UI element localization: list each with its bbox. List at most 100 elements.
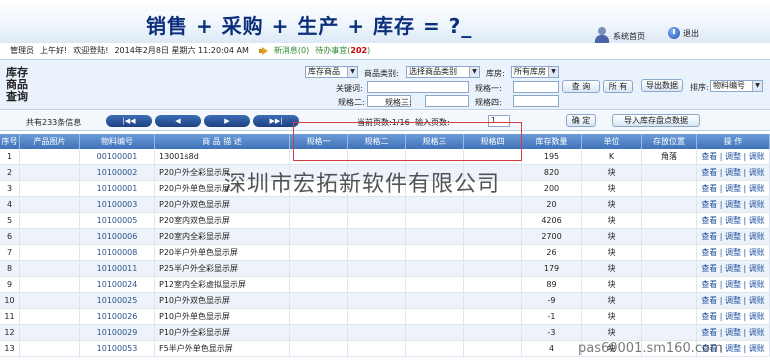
- spec4-input[interactable]: [513, 95, 559, 107]
- cell-spec4: [464, 261, 522, 277]
- cell-spec1: [290, 277, 348, 293]
- todo-link[interactable]: 待办事宜(202): [315, 45, 370, 56]
- cell-qty: 26: [522, 245, 582, 261]
- cell-code: 10100053: [80, 341, 155, 357]
- import-stock-button[interactable]: 导入库存盘点数据: [612, 114, 700, 127]
- spec2-label: 规格二:: [338, 98, 365, 107]
- col-image: 产品图片: [20, 134, 80, 149]
- col-desc: 商 品 描 述: [155, 134, 290, 149]
- cell-desc: P20室内全彩显示屏: [155, 229, 290, 245]
- prev-page-button[interactable]: ◀: [155, 115, 201, 127]
- cell-unit: 块: [582, 197, 642, 213]
- all-button[interactable]: 所 有: [603, 80, 633, 93]
- first-page-button[interactable]: |◀◀: [106, 115, 152, 127]
- cell-spec2: [348, 261, 406, 277]
- cell-spec4: [464, 213, 522, 229]
- cell-spec3: [406, 213, 464, 229]
- cell-actions[interactable]: 查看 | 调整 | 调账: [697, 245, 770, 261]
- cell-actions[interactable]: 查看 | 调整 | 调账: [697, 213, 770, 229]
- cell-image: [20, 181, 80, 197]
- cell-image: [20, 149, 80, 165]
- cell-code: 10100025: [80, 293, 155, 309]
- cell-spec1: [290, 245, 348, 261]
- cell-image: [20, 277, 80, 293]
- new-message-link[interactable]: 新消息(0): [274, 45, 309, 56]
- sort-select[interactable]: 物料编号 ▼: [710, 80, 763, 92]
- cell-image: [20, 325, 80, 341]
- cell-location: [642, 277, 697, 293]
- cell-actions[interactable]: 查看 | 调整 | 调账: [697, 181, 770, 197]
- col-qty: 库存数量: [522, 134, 582, 149]
- export-button[interactable]: 导出数据: [641, 79, 683, 92]
- cell-spec2: [348, 245, 406, 261]
- cell-actions[interactable]: 查看 | 调整 | 调账: [697, 229, 770, 245]
- spec3-input[interactable]: [425, 95, 469, 107]
- table-row: 6 10100006 P20室内全彩显示屏 2700 块 查看 | 调整 | 调账: [0, 229, 770, 245]
- query-button[interactable]: 查 询: [562, 80, 600, 93]
- next-page-button[interactable]: ▶: [204, 115, 250, 127]
- cell-actions[interactable]: 查看 | 调整 | 调账: [697, 165, 770, 181]
- cell-spec1: [290, 197, 348, 213]
- cell-no: 11: [0, 309, 20, 325]
- exit-link[interactable]: 退出: [668, 27, 699, 39]
- cell-qty: 179: [522, 261, 582, 277]
- confirm-button[interactable]: 确 定: [566, 114, 596, 127]
- cell-spec1: [290, 213, 348, 229]
- spec1-label: 规格一:: [475, 84, 502, 93]
- cell-qty: 4: [522, 341, 582, 357]
- status-bar: 管理员 上午好! 欢迎登陆! 2014年2月8日 星期六 11:20:04 AM…: [0, 43, 770, 58]
- cell-spec3: [406, 245, 464, 261]
- cell-actions[interactable]: 查看 | 调整 | 调账: [697, 149, 770, 165]
- cell-desc: F5半户外单色显示屏: [155, 341, 290, 357]
- cell-code: 10100026: [80, 309, 155, 325]
- cell-actions[interactable]: 查看 | 调整 | 调账: [697, 197, 770, 213]
- cell-actions[interactable]: 查看 | 调整 | 调账: [697, 261, 770, 277]
- table-row: 9 10100024 P12室内全彩虚拟显示屏 89 块 查看 | 调整 | 调账: [0, 277, 770, 293]
- cell-desc: P10户外单色显示屏: [155, 309, 290, 325]
- category-select[interactable]: 选择商品类别 ▼: [406, 66, 480, 78]
- warehouse-select[interactable]: 所有库房 ▼: [511, 66, 559, 78]
- cell-no: 2: [0, 165, 20, 181]
- cell-actions[interactable]: 查看 | 调整 | 调账: [697, 309, 770, 325]
- cell-qty: 20: [522, 197, 582, 213]
- cell-location: [642, 229, 697, 245]
- cell-actions[interactable]: 查看 | 调整 | 调账: [697, 293, 770, 309]
- cell-desc: P20户外双色显示屏: [155, 197, 290, 213]
- cell-spec3: [406, 197, 464, 213]
- cell-desc: P20室内双色显示屏: [155, 213, 290, 229]
- cell-spec1: [290, 309, 348, 325]
- keyword-input[interactable]: [367, 81, 469, 93]
- app-title: 销售 + 采购 + 生产 + 库存 = ?_: [146, 14, 473, 38]
- cell-code: 10100005: [80, 213, 155, 229]
- highlight-box: [293, 122, 522, 161]
- cell-qty: 195: [522, 149, 582, 165]
- cell-actions[interactable]: 查看 | 调整 | 调账: [697, 325, 770, 341]
- home-label: 系统首页: [613, 31, 645, 41]
- keyword-label: 关键词:: [336, 84, 363, 93]
- cell-qty: 200: [522, 181, 582, 197]
- cell-no: 13: [0, 341, 20, 357]
- cell-spec2: [348, 197, 406, 213]
- cell-spec3: [406, 229, 464, 245]
- cell-spec3: [406, 293, 464, 309]
- cell-image: [20, 165, 80, 181]
- scope-select[interactable]: 库存商品 ▼: [305, 66, 358, 78]
- cell-qty: -9: [522, 293, 582, 309]
- cell-spec3: [406, 261, 464, 277]
- welcome-text: 欢迎登陆!: [73, 46, 109, 55]
- table-row: 8 10100011 P25半户外全彩显示屏 179 块 查看 | 调整 | 调账: [0, 261, 770, 277]
- cell-spec2: [348, 325, 406, 341]
- cell-code: 10100024: [80, 277, 155, 293]
- cell-spec1: [290, 229, 348, 245]
- cell-spec4: [464, 277, 522, 293]
- greeting: 上午好!: [40, 46, 68, 55]
- cell-spec2: [348, 293, 406, 309]
- cell-image: [20, 309, 80, 325]
- cell-location: 角落: [642, 149, 697, 165]
- cell-spec4: [464, 341, 522, 357]
- cell-spec3: [406, 341, 464, 357]
- spec1-input[interactable]: [513, 81, 559, 93]
- cell-qty: 820: [522, 165, 582, 181]
- cell-unit: K: [582, 149, 642, 165]
- cell-actions[interactable]: 查看 | 调整 | 调账: [697, 277, 770, 293]
